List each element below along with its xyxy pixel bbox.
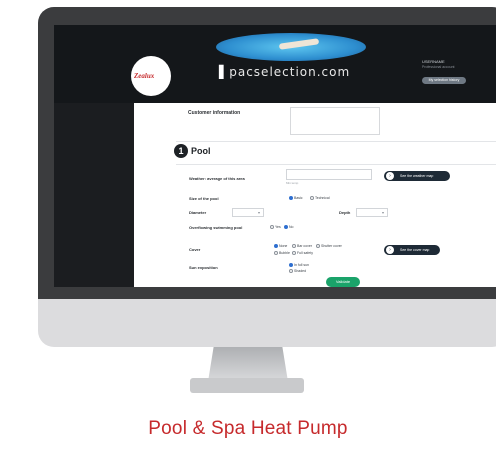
section-number-badge: 1 bbox=[174, 144, 188, 158]
monitor-stand-foot bbox=[190, 378, 304, 393]
radio-unselected-icon bbox=[292, 251, 296, 256]
cover-option-shutter[interactable]: Shutter cover bbox=[316, 244, 342, 249]
site-logo-text[interactable]: ▌pacselection.com bbox=[219, 65, 350, 79]
pool-size-option-technical-label: Technical bbox=[315, 196, 330, 200]
cover-option-full-safety[interactable]: Full safety bbox=[292, 251, 313, 256]
cover-option-full-safety-label: Full safety bbox=[297, 251, 313, 255]
radio-unselected-icon bbox=[289, 269, 293, 274]
site-name: pacselection.com bbox=[229, 65, 351, 79]
overflow-option-yes-label: Yes bbox=[275, 225, 281, 229]
section-title: Pool bbox=[191, 146, 211, 156]
radio-selected-icon bbox=[289, 263, 293, 268]
weather-label: Weather: average of this area bbox=[189, 176, 245, 181]
cover-option-bar[interactable]: Bar cover bbox=[292, 244, 312, 249]
validate-button[interactable]: Validate bbox=[326, 277, 360, 287]
radio-selected-icon bbox=[274, 244, 278, 249]
monitor-stand-neck bbox=[208, 347, 288, 379]
pool-size-option-basic-label: Basic bbox=[294, 196, 303, 200]
cover-map-button[interactable]: › See the cover map bbox=[384, 245, 440, 255]
selection-history-button[interactable]: My selection history bbox=[422, 77, 466, 84]
arrow-right-icon: › bbox=[386, 246, 394, 254]
cover-option-bubble[interactable]: Bubble bbox=[274, 251, 290, 256]
exposure-option-full-sun[interactable]: In full sun bbox=[289, 263, 309, 268]
section-header-bar bbox=[176, 141, 496, 165]
overflow-label: Overflowing swimming pool bbox=[189, 225, 243, 230]
cover-label: Cover bbox=[189, 247, 201, 252]
monitor-frame: ▌pacselection.com Zealux USERNAME Profes… bbox=[38, 7, 496, 347]
cover-option-none[interactable]: None bbox=[274, 244, 288, 249]
product-caption: Pool & Spa Heat Pump bbox=[148, 418, 348, 439]
radio-unselected-icon bbox=[274, 251, 278, 256]
overflow-option-no[interactable]: No bbox=[284, 225, 294, 230]
depth-label: Depth bbox=[339, 210, 351, 215]
arrow-right-icon: › bbox=[386, 172, 394, 180]
customer-info-label: Customer information bbox=[188, 110, 241, 116]
exposure-option-shaded[interactable]: Shaded bbox=[289, 269, 307, 274]
monitor-bezel: ▌pacselection.com Zealux USERNAME Profes… bbox=[38, 7, 496, 299]
diameter-label: Diameter bbox=[189, 210, 207, 215]
customer-info-textarea[interactable] bbox=[290, 107, 380, 135]
browser-screen: ▌pacselection.com Zealux USERNAME Profes… bbox=[54, 25, 496, 287]
diameter-select[interactable]: ▾ bbox=[232, 208, 264, 217]
brand-logo-text: Zealux bbox=[134, 72, 155, 80]
cover-map-button-label: See the cover map bbox=[400, 248, 430, 252]
cover-option-none-label: None bbox=[279, 244, 288, 248]
exposure-option-shaded-label: Shaded bbox=[294, 269, 307, 273]
chevron-down-icon: ▾ bbox=[257, 210, 260, 215]
user-name: USERNAME bbox=[422, 59, 445, 64]
chevron-down-icon: ▾ bbox=[381, 210, 384, 215]
pool-size-label: Size of the pool bbox=[189, 196, 219, 201]
cover-option-bar-label: Bar cover bbox=[297, 244, 312, 248]
overflow-option-no-label: No bbox=[289, 225, 294, 229]
radio-selected-icon bbox=[289, 196, 293, 201]
weather-map-button-label: See the weather map bbox=[400, 174, 434, 178]
radio-unselected-icon bbox=[292, 244, 296, 249]
cover-option-bubble-label: Bubble bbox=[279, 251, 290, 255]
pool-size-option-basic[interactable]: Basic bbox=[289, 196, 303, 201]
weather-sublabel: Min temp bbox=[286, 181, 299, 185]
pool-size-option-technical[interactable]: Technical bbox=[310, 196, 330, 201]
radio-unselected-icon bbox=[270, 225, 274, 230]
depth-select[interactable]: ▾ bbox=[356, 208, 388, 217]
weather-map-button[interactable]: › See the weather map bbox=[384, 171, 450, 181]
radio-selected-icon bbox=[284, 225, 288, 230]
user-subtitle: Professional account bbox=[422, 65, 455, 69]
site-header: ▌pacselection.com Zealux USERNAME Profes… bbox=[54, 25, 496, 103]
cover-option-shutter-label: Shutter cover bbox=[321, 244, 342, 248]
weather-input[interactable] bbox=[286, 169, 372, 180]
selection-form: Customer information 1 Pool Weather: ave… bbox=[134, 103, 496, 287]
radio-unselected-icon bbox=[316, 244, 320, 249]
radio-unselected-icon bbox=[310, 196, 314, 201]
exposure-option-full-sun-label: In full sun bbox=[294, 263, 309, 267]
overflow-option-yes[interactable]: Yes bbox=[270, 225, 281, 230]
sun-exposition-label: Sun exposition bbox=[189, 265, 218, 270]
